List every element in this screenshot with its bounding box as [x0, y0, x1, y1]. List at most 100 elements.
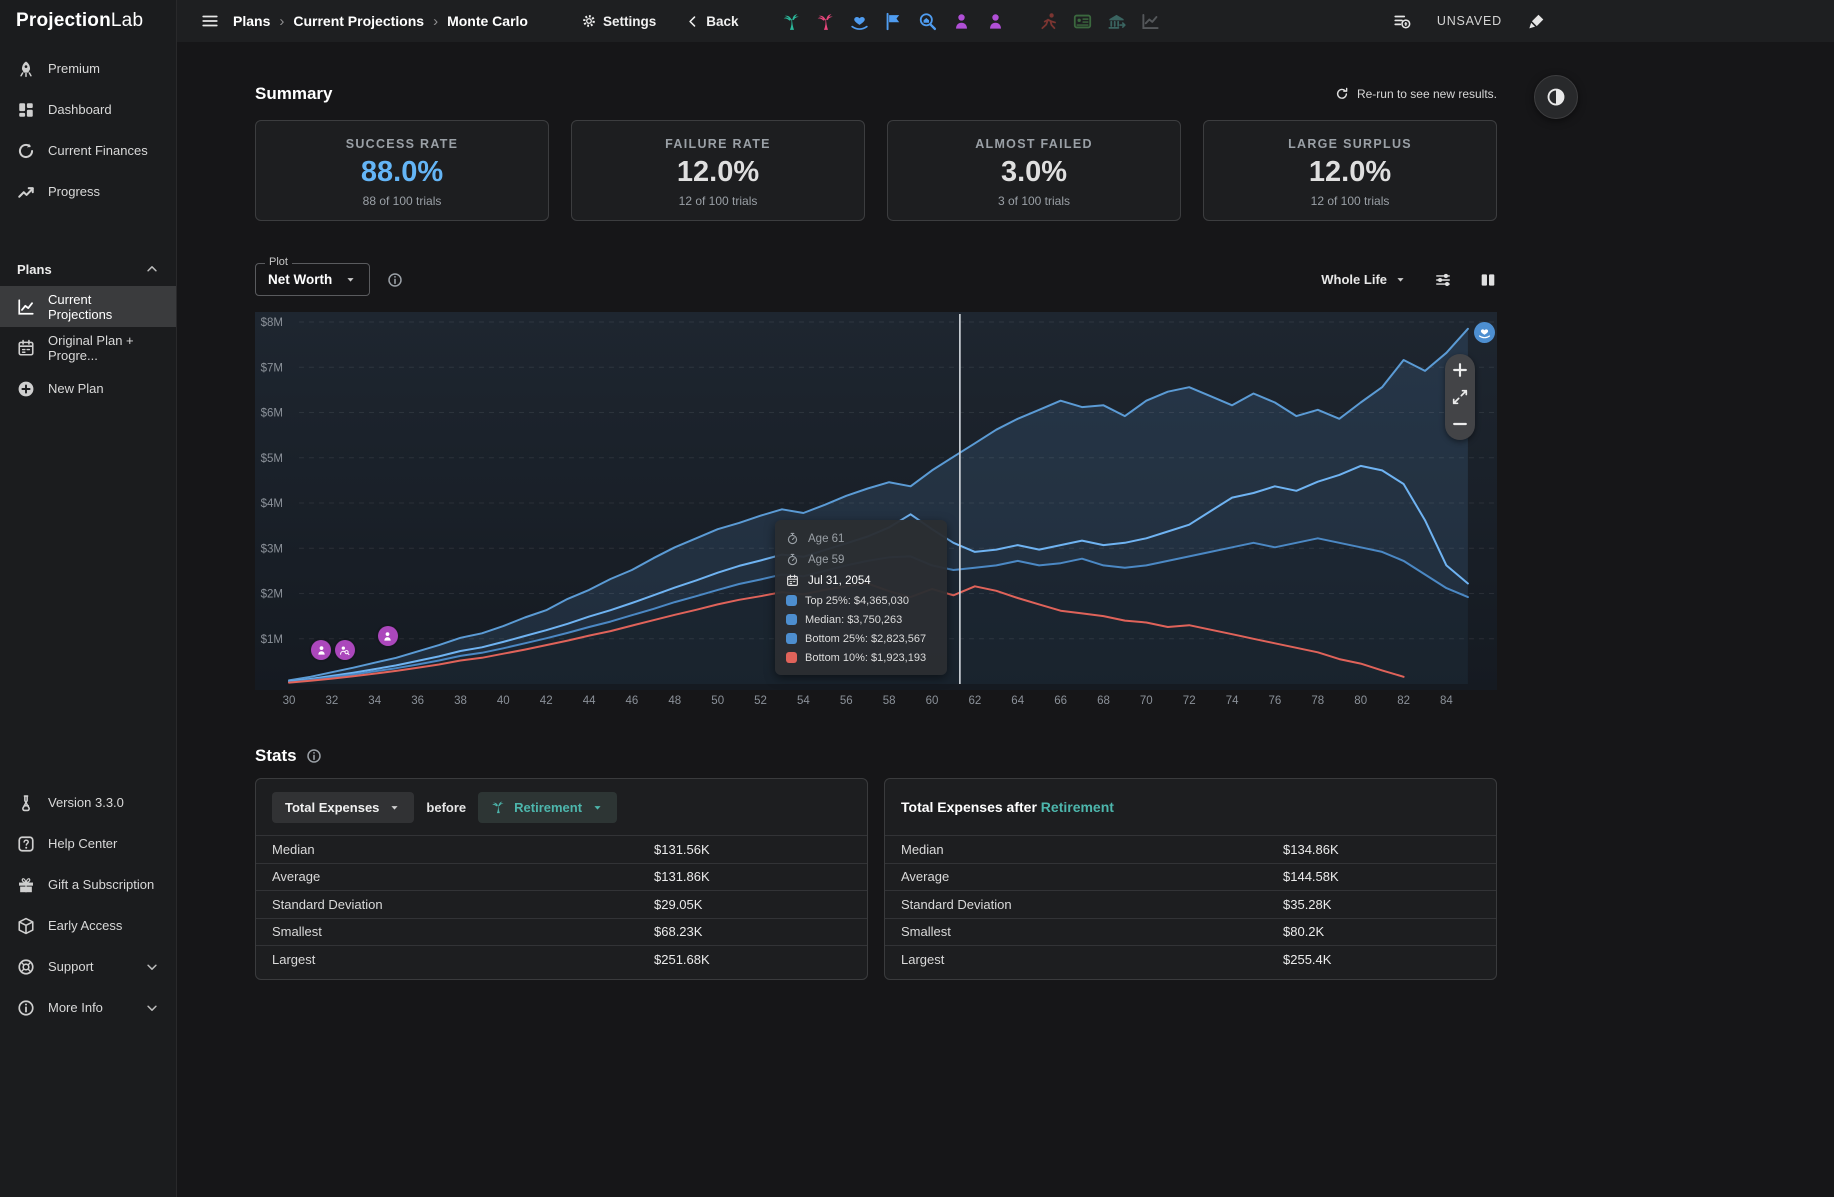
- sidebar-item-progress[interactable]: Progress: [0, 171, 176, 212]
- chart-event-bubble[interactable]: [1474, 322, 1495, 343]
- table-row: Smallest $80.2K: [885, 918, 1496, 946]
- chevron-left-icon: [686, 15, 699, 28]
- breadcrumb-current-projections[interactable]: Current Projections: [293, 13, 424, 29]
- dashboard-icon: [17, 101, 35, 119]
- zoom-reset-button[interactable]: [1451, 388, 1469, 406]
- calendar-icon: [786, 574, 799, 587]
- almost-failed-card: ALMOST FAILED 3.0% 3 of 100 trials: [887, 120, 1181, 221]
- breadcrumb-monte-carlo: Monte Carlo: [447, 13, 528, 29]
- back-label: Back: [706, 14, 738, 29]
- trending-up-icon: [17, 183, 35, 201]
- connector-label: before: [426, 800, 466, 815]
- person-icon[interactable]: [952, 12, 971, 31]
- id-card-icon[interactable]: [1073, 12, 1092, 31]
- sidebar-item-current-finances[interactable]: Current Finances: [0, 130, 176, 171]
- brand-name-light: Lab: [111, 10, 143, 32]
- plus-circle-icon: [17, 380, 35, 398]
- row-label: Average: [901, 869, 1283, 884]
- theme-toggle-button[interactable]: [1534, 75, 1578, 119]
- svg-text:$1M: $1M: [261, 634, 283, 646]
- large-surplus-card: LARGE SURPLUS 12.0% 12 of 100 trials: [1203, 120, 1497, 221]
- sidebar-item-label: Progress: [48, 184, 100, 199]
- svg-text:56: 56: [840, 695, 853, 707]
- svg-text:68: 68: [1097, 695, 1110, 707]
- palm-tree-icon: [491, 800, 505, 814]
- back-button[interactable]: Back: [686, 14, 738, 29]
- transactions-icon[interactable]: [1393, 12, 1411, 30]
- table-row: Median $134.86K: [885, 835, 1496, 863]
- settings-label: Settings: [603, 14, 656, 29]
- tooltip-median: Median: $3,750,263: [805, 614, 902, 626]
- sidebar-item-original-plan[interactable]: Original Plan + Progre...: [0, 327, 176, 368]
- gift-icon: [17, 876, 35, 894]
- stats-title: Stats: [255, 746, 297, 766]
- settings-button[interactable]: Settings: [582, 14, 656, 29]
- stats-panel-after: Total Expenses after Retirement Median $…: [884, 778, 1497, 980]
- large-surplus-value: 12.0%: [1204, 156, 1496, 189]
- milestone-marker[interactable]: [378, 626, 398, 646]
- breadcrumb-plans[interactable]: Plans: [233, 13, 270, 29]
- sidebar-item-premium[interactable]: Premium: [0, 48, 176, 89]
- package-icon: [17, 917, 35, 935]
- sidebar-item-current-projections[interactable]: Current Projections: [0, 286, 176, 327]
- almost-failed-value: 3.0%: [888, 156, 1180, 189]
- chevron-up-icon: [145, 262, 159, 276]
- tooltip-age-row: Age 59: [786, 549, 936, 570]
- palm-tree-icon[interactable]: [782, 12, 801, 31]
- metric-select[interactable]: Total Expenses: [272, 792, 414, 823]
- row-label: Median: [901, 842, 1283, 857]
- brush-icon[interactable]: [1528, 12, 1546, 30]
- sidebar-item-gift-subscription[interactable]: Gift a Subscription: [0, 864, 176, 905]
- stats-info-icon[interactable]: [306, 748, 322, 764]
- failure-rate-sub: 12 of 100 trials: [572, 194, 864, 208]
- svg-text:30: 30: [283, 695, 296, 707]
- monte-carlo-chart[interactable]: $1M$2M$3M$4M$5M$6M$7M$8M3032343638404244…: [255, 310, 1497, 710]
- row-value: $68.23K: [654, 924, 851, 939]
- chart-layout-icon[interactable]: [1479, 271, 1497, 289]
- area-chart-icon[interactable]: [1141, 12, 1160, 31]
- event-select[interactable]: Retirement: [478, 792, 617, 823]
- running-icon[interactable]: [1039, 12, 1058, 31]
- time-range-select[interactable]: Whole Life: [1321, 272, 1407, 287]
- caret-down-icon: [591, 801, 604, 814]
- heart-hands-icon[interactable]: [850, 12, 869, 31]
- plot-info-icon[interactable]: [387, 272, 403, 288]
- zoom-in-button[interactable]: [1451, 361, 1469, 379]
- plot-select-label: Plot: [265, 256, 292, 268]
- large-surplus-sub: 12 of 100 trials: [1204, 194, 1496, 208]
- sidebar-item-early-access[interactable]: Early Access: [0, 905, 176, 946]
- series-swatch: [786, 595, 797, 606]
- plot-select-value: Net Worth: [268, 272, 332, 287]
- success-rate-label: SUCCESS RATE: [256, 137, 548, 151]
- palm-tree-icon[interactable]: [816, 12, 835, 31]
- chart-settings-icon[interactable]: [1434, 271, 1452, 289]
- menu-icon[interactable]: [201, 12, 219, 30]
- sidebar-item-version[interactable]: Version 3.3.0: [0, 782, 176, 823]
- sidebar-item-label: Current Projections: [48, 292, 159, 322]
- plot-metric-select[interactable]: Plot Net Worth: [255, 263, 370, 296]
- lifebuoy-icon: [17, 958, 35, 976]
- person-icon[interactable]: [986, 12, 1005, 31]
- home-search-icon[interactable]: [918, 12, 937, 31]
- flask-icon: [17, 794, 35, 812]
- sidebar-item-support[interactable]: Support: [0, 946, 176, 987]
- sidebar-item-help-center[interactable]: Help Center: [0, 823, 176, 864]
- svg-text:84: 84: [1440, 695, 1453, 707]
- app-logo[interactable]: ProjectionLab: [0, 0, 176, 42]
- gear-icon: [582, 14, 596, 28]
- sidebar-item-dashboard[interactable]: Dashboard: [0, 89, 176, 130]
- sidebar-section-plans[interactable]: Plans: [0, 252, 176, 286]
- milestone-marker[interactable]: [335, 640, 355, 660]
- time-range-value: Whole Life: [1321, 272, 1387, 287]
- row-value: $29.05K: [654, 897, 851, 912]
- tooltip-date: Jul 31, 2054: [808, 575, 871, 587]
- rerun-button[interactable]: Re-run to see new results.: [1335, 87, 1497, 101]
- sidebar-item-new-plan[interactable]: New Plan: [0, 368, 176, 409]
- bank-transfer-icon[interactable]: [1107, 12, 1126, 31]
- sidebar-item-more-info[interactable]: More Info: [0, 987, 176, 1028]
- cycle-icon: [17, 142, 35, 160]
- zoom-out-button[interactable]: [1451, 415, 1469, 433]
- svg-text:72: 72: [1183, 695, 1196, 707]
- flag-icon[interactable]: [884, 12, 903, 31]
- svg-text:62: 62: [969, 695, 982, 707]
